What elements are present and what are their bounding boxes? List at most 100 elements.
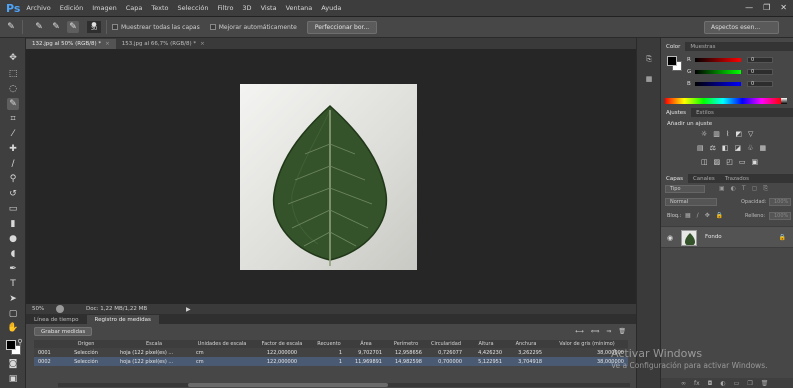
- quick-selection-preset-icon[interactable]: ✎: [5, 21, 17, 33]
- green-slider[interactable]: G 0: [687, 68, 792, 75]
- hue-saturation-icon[interactable]: ▤: [697, 144, 704, 152]
- close-button[interactable]: ✕: [780, 3, 787, 12]
- menu-texto[interactable]: Texto: [151, 4, 168, 12]
- tab-channels[interactable]: Canales: [688, 174, 720, 183]
- minimize-button[interactable]: —: [745, 3, 753, 12]
- column-header[interactable]: [34, 340, 56, 348]
- foreground-color-swatch[interactable]: [6, 340, 16, 350]
- add-to-selection-icon[interactable]: ✎: [50, 21, 62, 33]
- layer-row[interactable]: ◉ Fondo 🔒: [661, 226, 793, 248]
- tab-swatches[interactable]: Muestras: [685, 42, 720, 51]
- brush-tool-icon[interactable]: ∕: [7, 158, 19, 170]
- horizontal-scrollbar[interactable]: [58, 383, 630, 387]
- menu-ventana[interactable]: Ventana: [286, 4, 313, 12]
- column-header[interactable]: Unidades de escala: [192, 340, 252, 348]
- lock-position-icon[interactable]: ✥: [705, 212, 710, 219]
- column-header[interactable]: Origen: [56, 340, 116, 348]
- lasso-tool-icon[interactable]: ◌: [7, 83, 19, 95]
- pixel-filter-icon[interactable]: ▣: [719, 185, 725, 193]
- column-header[interactable]: Factor de escala: [252, 340, 312, 348]
- column-header[interactable]: Recuento: [312, 340, 346, 348]
- subtract-selection-icon[interactable]: ✎: [67, 21, 79, 33]
- history-panel-icon[interactable]: ⎘: [644, 54, 654, 64]
- menu-ayuda[interactable]: Ayuda: [321, 4, 341, 12]
- menu-filtro[interactable]: Filtro: [217, 4, 233, 12]
- slider-track[interactable]: [695, 69, 741, 74]
- menu-vista[interactable]: Vista: [261, 4, 277, 12]
- column-header[interactable]: Altura: [466, 340, 506, 348]
- tab-layers[interactable]: Capas: [661, 174, 688, 183]
- column-header[interactable]: Perímetro: [386, 340, 426, 348]
- table-row[interactable]: 0001 Selección hoja (122 píxel(es) ... c…: [34, 348, 628, 357]
- add-mask-icon[interactable]: ◘: [708, 380, 713, 387]
- gradient-map-icon[interactable]: ▭: [739, 158, 746, 166]
- new-selection-icon[interactable]: ✎: [33, 21, 45, 33]
- grayscale-ramp[interactable]: [781, 98, 787, 104]
- slider-track[interactable]: [695, 81, 741, 86]
- curves-icon[interactable]: ⌇: [726, 130, 729, 138]
- shape-tool-icon[interactable]: ▢: [7, 308, 19, 320]
- healing-brush-tool-icon[interactable]: ✚: [7, 143, 19, 155]
- path-selection-tool-icon[interactable]: ➤: [7, 293, 19, 305]
- menu-imagen[interactable]: Imagen: [92, 4, 116, 12]
- document-tab[interactable]: 132.jpg al 50% (RGB/8) * ×: [26, 39, 116, 49]
- trash-icon[interactable]: 🗑: [618, 328, 626, 335]
- hand-tool-icon[interactable]: ✋: [7, 322, 19, 334]
- clone-stamp-tool-icon[interactable]: ⚲: [7, 173, 19, 185]
- blur-tool-icon[interactable]: ●: [7, 233, 19, 245]
- restore-button[interactable]: ❐: [763, 3, 770, 12]
- document-image[interactable]: [240, 84, 417, 270]
- column-header[interactable]: Circularidad: [426, 340, 466, 348]
- brush-size-picker[interactable]: ● 30: [87, 21, 101, 33]
- document-tab[interactable]: 153.jpg al 66,7% (RGB/8) * ×: [116, 39, 211, 49]
- new-group-icon[interactable]: ▭: [734, 380, 740, 387]
- slider-track[interactable]: [695, 57, 741, 62]
- type-tool-icon[interactable]: T: [7, 278, 19, 290]
- tab-measurement-log[interactable]: Registro de medidas: [86, 315, 159, 324]
- brightness-icon[interactable]: ☼: [701, 130, 707, 138]
- tab-styles[interactable]: Estilos: [691, 108, 719, 117]
- column-header[interactable]: Anchura: [506, 340, 546, 348]
- lock-transparent-icon[interactable]: ▦: [685, 212, 691, 219]
- type-filter-icon[interactable]: T: [742, 185, 746, 193]
- gradient-tool-icon[interactable]: ▮: [7, 218, 19, 230]
- black-white-icon[interactable]: ◧: [722, 144, 729, 152]
- quick-mask-icon[interactable]: ◙: [7, 358, 19, 370]
- dodge-tool-icon[interactable]: ◖: [7, 248, 19, 260]
- refine-edge-button[interactable]: Perfeccionar bor...: [306, 20, 378, 34]
- opacity-field[interactable]: 100%: [769, 198, 791, 206]
- status-menu-arrow-icon[interactable]: ▶: [186, 306, 191, 313]
- slider-value[interactable]: 0: [747, 80, 773, 87]
- eraser-tool-icon[interactable]: ▭: [7, 203, 19, 215]
- tab-color[interactable]: Color: [661, 42, 686, 51]
- link-layers-icon[interactable]: ∞: [681, 380, 686, 387]
- workspace-dropdown[interactable]: Aspectos esen...: [704, 21, 779, 34]
- layer-kind-filter[interactable]: Tipo: [665, 185, 705, 193]
- record-measurements-button[interactable]: Grabar medidas: [34, 327, 93, 336]
- close-tab-icon[interactable]: ×: [200, 41, 205, 47]
- selective-color-icon[interactable]: ▣: [752, 158, 759, 166]
- lock-all-icon[interactable]: 🔒: [716, 212, 723, 219]
- new-adjustment-icon[interactable]: ◐: [720, 380, 725, 387]
- eyedropper-tool-icon[interactable]: ⁄: [7, 128, 19, 140]
- move-tool-icon[interactable]: ✥: [7, 52, 19, 64]
- pen-tool-icon[interactable]: ✒: [7, 263, 19, 275]
- marquee-tool-icon[interactable]: ⬚: [7, 68, 19, 80]
- exposure-icon[interactable]: ◩: [735, 130, 742, 138]
- lock-image-icon[interactable]: ∕: [697, 212, 699, 219]
- tab-adjustments[interactable]: Ajustes: [661, 108, 692, 117]
- checkbox-box[interactable]: [209, 24, 216, 30]
- tab-paths[interactable]: Trazados: [720, 174, 754, 183]
- visibility-eye-icon[interactable]: ◉: [667, 234, 673, 242]
- history-brush-tool-icon[interactable]: ↺: [7, 188, 19, 200]
- menu-archivo[interactable]: Archivo: [26, 4, 50, 12]
- foreground-color-swatch[interactable]: [667, 56, 677, 66]
- color-balance-icon[interactable]: ⚖: [710, 144, 716, 152]
- layer-style-icon[interactable]: fx: [694, 380, 700, 387]
- color-spectrum[interactable]: [665, 98, 781, 104]
- auto-enhance-checkbox[interactable]: Mejorar automáticamente: [209, 24, 297, 31]
- invert-icon[interactable]: ◫: [701, 158, 708, 166]
- blue-slider[interactable]: B 0: [687, 80, 792, 87]
- delete-layer-icon[interactable]: 🗑: [761, 380, 769, 387]
- menu-seleccion[interactable]: Selección: [178, 4, 209, 12]
